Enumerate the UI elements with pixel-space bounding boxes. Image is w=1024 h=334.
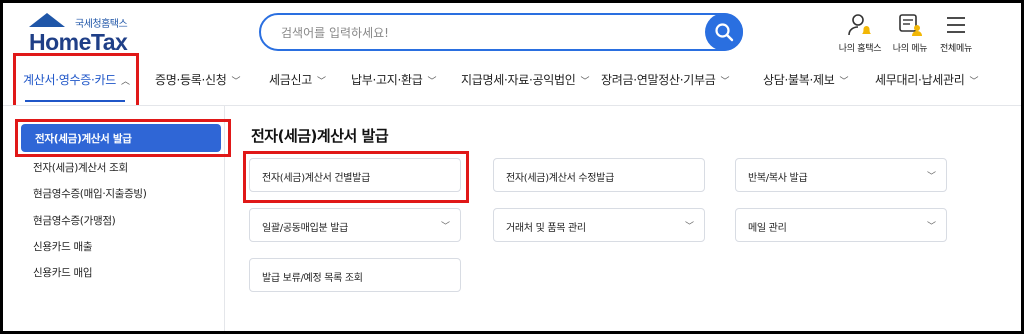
nav-item-label: 납부·고지·환급 (351, 73, 423, 87)
card-label: 메일 관리 (748, 223, 787, 234)
page-title: 전자(세금)계산서 발급 (251, 127, 389, 145)
card-label: 전자(세금)계산서 수정발급 (506, 173, 614, 184)
card-label: 반복/복사 발급 (748, 173, 808, 184)
nav-item-label: 세금신고 (269, 73, 312, 87)
search-button[interactable] (705, 13, 743, 51)
sidebar-item-card-purchase[interactable]: 신용카드 매입 (33, 265, 93, 280)
main-nav: 계산서·영수증·카드 ︿ 증명·등록·신청 ﹀ 세금신고 ﹀ 납부·고지·환급 ﹀ 지급… (3, 61, 1021, 101)
my-hometax-button[interactable]: 나의 홈택스 (835, 13, 885, 54)
all-menu-button[interactable]: 전체메뉴 (931, 13, 981, 54)
chevron-down-icon: ﹀ (580, 77, 590, 87)
card-mail-manage[interactable]: 메일 관리 ﹀ (735, 208, 947, 242)
sidebar-item-cash-receipt-merchant[interactable]: 현금영수증(가맹점) (33, 213, 116, 228)
chevron-down-icon: ﹀ (969, 77, 979, 87)
nav-item-certificate[interactable]: 증명·등록·신청 ﹀ (155, 71, 240, 88)
chevron-down-icon: ﹀ (427, 77, 437, 87)
logo-subtitle: 국세청홈택스 (75, 19, 128, 30)
card-bulk-issue[interactable]: 일괄/공동매입분 발급 ﹀ (249, 208, 461, 242)
chevron-down-icon: ﹀ (316, 77, 326, 87)
chevron-down-icon: ﹀ (440, 222, 450, 232)
highlight-box-nav (13, 53, 139, 113)
search-input[interactable] (281, 23, 701, 43)
sidebar-item-card-sales[interactable]: 신용카드 매출 (33, 239, 93, 254)
my-menu-button[interactable]: 나의 메뉴 (885, 13, 935, 54)
search-icon (715, 23, 734, 42)
chevron-down-icon: ﹀ (720, 77, 730, 87)
all-menu-label: 전체메뉴 (940, 44, 972, 54)
chevron-down-icon: ﹀ (684, 222, 694, 232)
card-label: 거래처 및 품목 관리 (506, 223, 586, 234)
logo-title: HomeTax (29, 29, 128, 55)
my-hometax-label: 나의 홈택스 (838, 44, 882, 54)
nav-item-consult[interactable]: 상담·불복·제보 ﹀ (763, 71, 848, 88)
card-label: 일괄/공동매입분 발급 (262, 223, 349, 234)
my-menu-label: 나의 메뉴 (892, 44, 928, 54)
nav-item-label: 증명·등록·신청 (155, 73, 227, 87)
highlight-box-sidebar (15, 119, 231, 157)
hometax-logo[interactable]: 국세청홈택스 HomeTax (23, 11, 135, 55)
card-partner-item-manage[interactable]: 거래처 및 품목 관리 ﹀ (493, 208, 705, 242)
hamburger-icon (947, 17, 965, 33)
sidebar-item-inquiry[interactable]: 전자(세금)계산서 조회 (33, 160, 128, 175)
card-label: 발급 보류/예정 목록 조회 (262, 273, 363, 284)
chevron-down-icon: ﹀ (839, 77, 849, 87)
nav-item-label: 세무대리·납세관리 (875, 73, 965, 87)
chevron-down-icon: ﹀ (926, 172, 936, 182)
chevron-down-icon: ﹀ (926, 222, 936, 232)
house-icon (29, 13, 65, 27)
nav-item-tax-report[interactable]: 세금신고 ﹀ (269, 71, 326, 88)
chevron-down-icon: ﹀ (231, 77, 241, 87)
nav-item-label: 장려금·연말정산·기부금 (601, 73, 716, 87)
sidebar-item-cash-receipt-purchase[interactable]: 현금영수증(매입·지출증빙) (33, 186, 147, 201)
nav-item-payment[interactable]: 납부·고지·환급 ﹀ (351, 71, 436, 88)
nav-item-agent[interactable]: 세무대리·납세관리 ﹀ (875, 71, 978, 88)
user-bell-icon (848, 14, 871, 36)
search-bar (259, 13, 743, 51)
nav-item-label: 상담·불복·제보 (763, 73, 835, 87)
highlight-box-card (243, 151, 469, 203)
nav-item-incentive[interactable]: 장려금·연말정산·기부금 ﹀ (601, 71, 729, 88)
menu-person-icon (899, 14, 922, 36)
card-pending-list[interactable]: 발급 보류/예정 목록 조회 (249, 258, 461, 292)
nav-item-statement[interactable]: 지급명세·자료·공익법인 ﹀ (461, 71, 589, 88)
card-amend-issue[interactable]: 전자(세금)계산서 수정발급 (493, 158, 705, 192)
card-repeat-copy-issue[interactable]: 반복/복사 발급 ﹀ (735, 158, 947, 192)
nav-item-label: 지급명세·자료·공익법인 (461, 73, 576, 87)
